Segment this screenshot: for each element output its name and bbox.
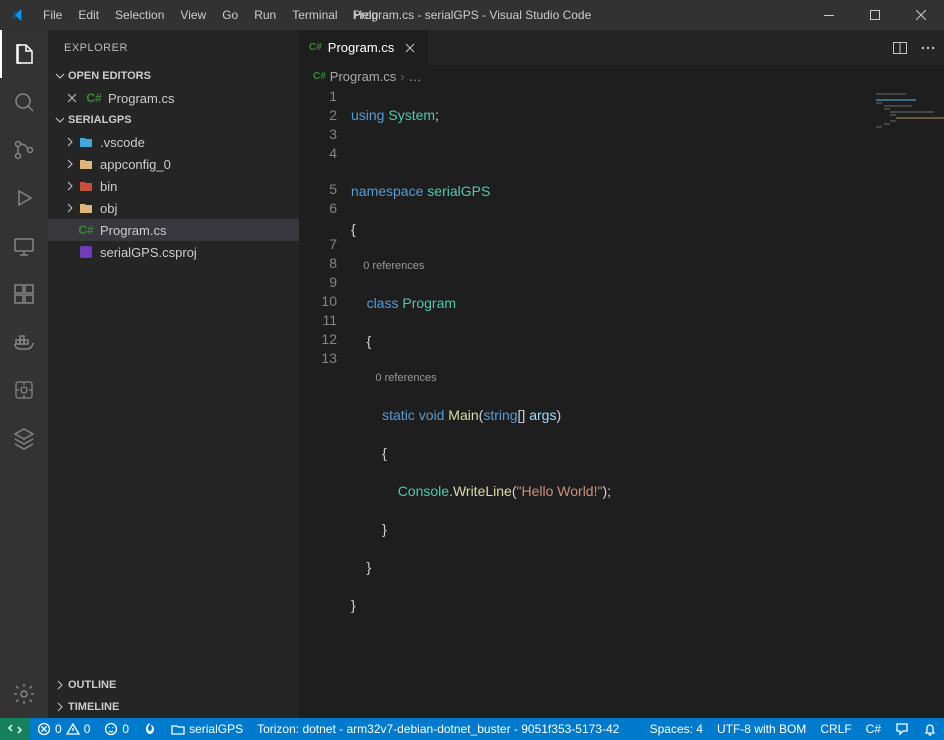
- folder-obj[interactable]: obj: [48, 197, 299, 219]
- file-csproj[interactable]: serialGPS.csproj: [48, 241, 299, 263]
- chevron-right-icon: [52, 680, 68, 690]
- activity-layers[interactable]: [0, 414, 48, 462]
- csharp-icon: C#: [309, 42, 322, 53]
- csharp-icon: C#: [78, 222, 94, 238]
- chevron-down-icon: [52, 71, 68, 81]
- folder-name: .vscode: [100, 135, 145, 150]
- status-flame[interactable]: [136, 718, 164, 740]
- menu-terminal[interactable]: Terminal: [284, 0, 345, 30]
- open-editor-item[interactable]: C# Program.cs: [48, 87, 299, 109]
- chevron-right-icon: [62, 137, 78, 147]
- chevron-right-icon: [62, 159, 78, 169]
- status-problems[interactable]: 0 0: [30, 718, 97, 740]
- sidebar: EXPLORER OPEN EDITORS C# Program.cs SERI…: [48, 30, 299, 718]
- folder-name: bin: [100, 179, 117, 194]
- menu-help[interactable]: Help: [346, 0, 387, 30]
- activity-remote[interactable]: [0, 222, 48, 270]
- menu-go[interactable]: Go: [214, 0, 246, 30]
- activity-extensions[interactable]: [0, 270, 48, 318]
- folder-appconfig[interactable]: appconfig_0: [48, 153, 299, 175]
- folder-icon: [78, 134, 94, 150]
- menu-file[interactable]: File: [35, 0, 70, 30]
- breadcrumb[interactable]: C# Program.cs › …: [299, 65, 944, 87]
- csharp-icon: C#: [313, 71, 326, 82]
- menu-run[interactable]: Run: [246, 0, 284, 30]
- chevron-right-icon: [62, 203, 78, 213]
- code-content[interactable]: using System; namespace serialGPS { 0 re…: [351, 87, 944, 718]
- section-label: OPEN EDITORS: [68, 70, 151, 82]
- csproj-icon: [78, 244, 94, 260]
- activity-docker[interactable]: [0, 318, 48, 366]
- vscode-logo: [0, 7, 35, 23]
- activity-explorer[interactable]: [0, 30, 48, 78]
- status-torizon[interactable]: Torizon: dotnet - arm32v7-debian-dotnet_…: [250, 718, 626, 740]
- section-label: TIMELINE: [68, 701, 119, 713]
- folder-name: obj: [100, 201, 117, 216]
- folder-icon: [78, 156, 94, 172]
- status-project[interactable]: serialGPS: [164, 718, 250, 740]
- split-editor-icon[interactable]: [892, 40, 908, 56]
- close-button[interactable]: [898, 0, 944, 30]
- close-icon[interactable]: [64, 90, 80, 106]
- chevron-right-icon: [62, 181, 78, 191]
- activity-search[interactable]: [0, 78, 48, 126]
- folder-icon: [78, 200, 94, 216]
- activity-debug[interactable]: [0, 174, 48, 222]
- minimize-button[interactable]: [806, 0, 852, 30]
- folder-vscode[interactable]: .vscode: [48, 131, 299, 153]
- status-encoding[interactable]: UTF-8 with BOM: [710, 718, 813, 740]
- chevron-right-icon: [52, 702, 68, 712]
- status-ports[interactable]: 0: [97, 718, 136, 740]
- folder-icon: [78, 178, 94, 194]
- breadcrumb-more: …: [409, 69, 422, 84]
- section-project[interactable]: SERIALGPS: [48, 109, 299, 131]
- chevron-right-icon: ›: [400, 69, 404, 84]
- tab-program-cs[interactable]: C# Program.cs: [299, 30, 429, 65]
- code-editor[interactable]: 1 2 3 4 5 6 7 8 9 10 11 12 13 using Syst…: [299, 87, 944, 718]
- chevron-down-icon: [52, 115, 68, 125]
- section-outline[interactable]: OUTLINE: [48, 674, 299, 696]
- folder-bin[interactable]: bin: [48, 175, 299, 197]
- window-controls: [806, 0, 944, 30]
- editor-area: C# Program.cs C# Program.cs › … 1 2 3 4 …: [299, 30, 944, 718]
- menubar: File Edit Selection View Go Run Terminal…: [35, 0, 386, 30]
- section-timeline[interactable]: TIMELINE: [48, 696, 299, 718]
- menu-view[interactable]: View: [172, 0, 214, 30]
- section-open-editors[interactable]: OPEN EDITORS: [48, 65, 299, 87]
- tab-label: Program.cs: [328, 40, 394, 55]
- menu-selection[interactable]: Selection: [107, 0, 172, 30]
- file-name: Program.cs: [108, 91, 174, 106]
- maximize-button[interactable]: [852, 0, 898, 30]
- status-bell[interactable]: [916, 718, 944, 740]
- file-name: serialGPS.csproj: [100, 245, 197, 260]
- section-label: SERIALGPS: [68, 114, 132, 126]
- tab-actions: [892, 30, 944, 65]
- activitybar: [0, 30, 48, 718]
- file-name: Program.cs: [100, 223, 166, 238]
- section-label: OUTLINE: [68, 679, 116, 691]
- titlebar: File Edit Selection View Go Run Terminal…: [0, 0, 944, 30]
- activity-settings[interactable]: [0, 670, 48, 718]
- more-icon[interactable]: [920, 40, 936, 56]
- activity-scm[interactable]: [0, 126, 48, 174]
- minimap[interactable]: [864, 87, 944, 718]
- status-eol[interactable]: CRLF: [813, 718, 858, 740]
- status-remote[interactable]: [0, 718, 30, 740]
- sidebar-title: EXPLORER: [48, 30, 299, 65]
- status-lang[interactable]: C#: [859, 718, 888, 740]
- status-feedback[interactable]: [888, 718, 916, 740]
- breadcrumb-file: Program.cs: [330, 69, 396, 84]
- activity-torizon[interactable]: [0, 366, 48, 414]
- close-tab-icon[interactable]: [402, 40, 418, 56]
- folder-name: appconfig_0: [100, 157, 171, 172]
- line-gutter: 1 2 3 4 5 6 7 8 9 10 11 12 13: [299, 87, 351, 718]
- tabbar: C# Program.cs: [299, 30, 944, 65]
- status-spaces[interactable]: Spaces: 4: [643, 718, 710, 740]
- csharp-icon: C#: [86, 90, 102, 106]
- statusbar: 0 0 0 serialGPS Torizon: dotnet - arm32v…: [0, 718, 944, 740]
- file-program-cs[interactable]: C# Program.cs: [48, 219, 299, 241]
- menu-edit[interactable]: Edit: [70, 0, 107, 30]
